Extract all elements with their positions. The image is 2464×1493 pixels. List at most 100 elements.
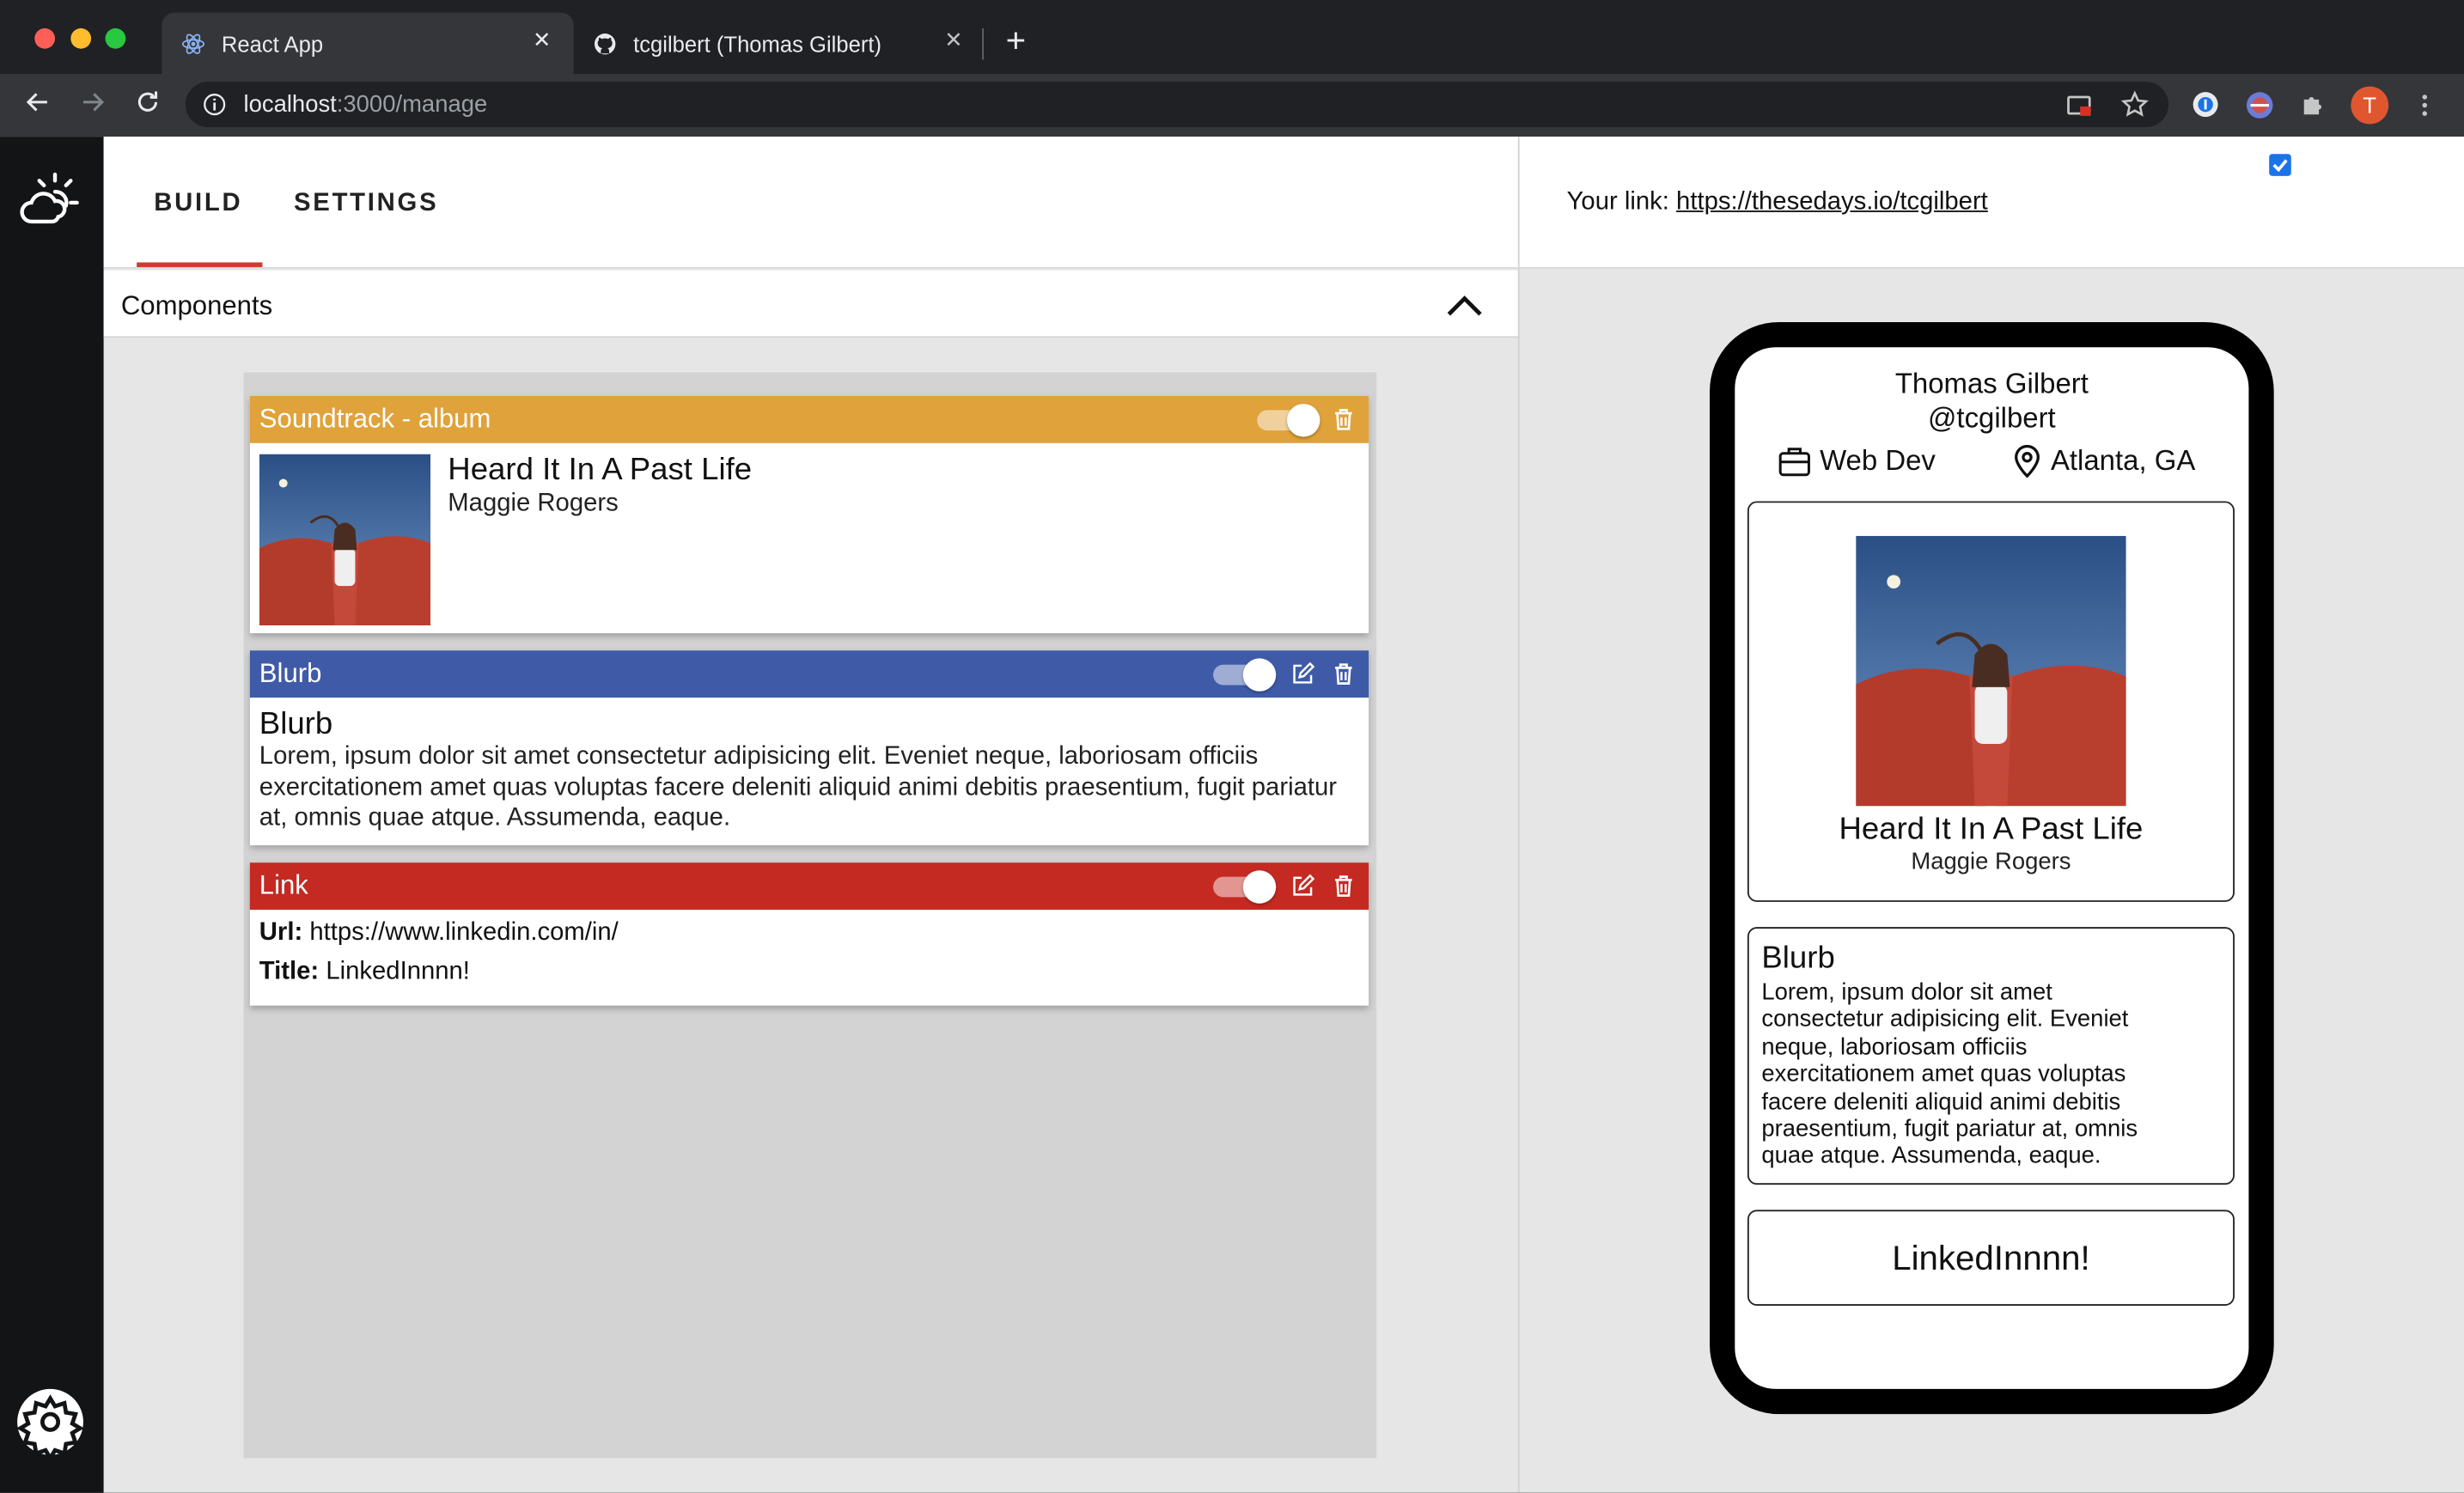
preview-album-title: Heard It In A Past Life: [1839, 812, 2144, 847]
settings-gear-icon[interactable]: [15, 1387, 84, 1457]
blurb-line: praesentium, fugit pariatur at, omnis: [1761, 1115, 2138, 1143]
reload-icon[interactable]: [131, 88, 165, 125]
card-title: Link: [259, 870, 308, 901]
link-url-row: Url: https://www.linkedin.com/in/: [259, 919, 619, 948]
close-tab-icon[interactable]: ✕: [944, 27, 962, 53]
profile-handle: @tcgilbert: [1927, 402, 2056, 434]
trash-icon[interactable]: [1331, 407, 1356, 432]
browser-tab-strip: React App ✕ tcgilbert (Thomas Gilbert) ✕…: [0, 0, 2464, 74]
components-label: Components: [120, 290, 273, 321]
link-card[interactable]: Link Url: https://www.linkedin.com/in/ T…: [249, 862, 1369, 1006]
new-tab-icon[interactable]: +: [1006, 21, 1027, 62]
window-minimize-button[interactable]: [70, 27, 92, 49]
card-title: Soundtrack - album: [259, 404, 491, 434]
your-link-row: Your link: https://thesedays.io/tcgilber…: [1567, 188, 1988, 216]
preview-blurb[interactable]: Blurb Lorem, ipsum dolor sit amet consec…: [1747, 927, 2235, 1185]
trash-icon[interactable]: [1331, 661, 1356, 686]
profile-avatar[interactable]: T: [2351, 86, 2389, 125]
album-artist: Maggie Rogers: [448, 490, 619, 517]
link-bar: Your link: https://thesedays.io/tcgilber…: [1519, 137, 2464, 269]
url-path: :3000/manage: [336, 91, 488, 119]
soundtrack-card-header[interactable]: Soundtrack - album: [249, 395, 1369, 443]
page-content: BUILD SETTINGS Components Soundtrack - a…: [0, 137, 2464, 1493]
browser-toolbar: localhost:3000/manage T: [0, 73, 2464, 137]
blurb-line: neque, laboriosam officiis: [1761, 1033, 2028, 1061]
tab-settings[interactable]: SETTINGS: [294, 190, 438, 218]
enable-toggle[interactable]: [1257, 404, 1320, 437]
address-bar[interactable]: localhost:3000/manage: [185, 82, 2169, 128]
tab-build[interactable]: BUILD: [154, 190, 242, 218]
blurb-text: Lorem, ipsum dolor sit amet consectetur …: [259, 743, 1338, 832]
editor-tabs: BUILD SETTINGS: [103, 137, 1518, 269]
profile-location: Atlanta, GA: [2050, 444, 2196, 477]
location-pin-icon: [2015, 444, 2040, 478]
your-link-label: Your link:: [1566, 188, 1669, 216]
album-art-image: [259, 454, 431, 625]
album-art-image: [1856, 535, 2126, 807]
browser-tab-title: React App: [221, 30, 324, 56]
tab-divider: [982, 27, 985, 60]
blurb-line: consectetur adipisicing elit. Eveniet: [1761, 1006, 2129, 1033]
back-icon[interactable]: [21, 88, 55, 125]
phone-preview-frame: Thomas Gilbert @tcgilbert Web Dev Atlant…: [1710, 321, 2274, 1415]
components-accordion-header[interactable]: Components: [103, 270, 1518, 338]
browser-tab-title: tcgilbert (Thomas Gilbert): [633, 30, 881, 56]
active-tab-indicator: [137, 262, 263, 267]
editor-panel: BUILD SETTINGS Components Soundtrack - a…: [103, 137, 1518, 1493]
preview-blurb-text: Lorem, ipsum dolor sit amet consectetur …: [1761, 979, 2226, 1171]
app-sidebar: [0, 137, 104, 1493]
phone-screen: Thomas Gilbert @tcgilbert Web Dev Atlant…: [1735, 347, 2249, 1389]
preview-link-title: LinkedInnnn!: [1892, 1238, 2090, 1278]
checkmark-icon: [2272, 159, 2288, 173]
blurb-line: exercitationem amet quas voluptas: [1761, 1061, 2126, 1088]
components-canvas: Soundtrack - album Heard It In A Past Li…: [243, 372, 1377, 1459]
github-icon: [595, 33, 616, 54]
forward-icon[interactable]: [76, 88, 110, 125]
blurb-card[interactable]: Blurb Blurb Lorem, ipsum dolor sit amet …: [249, 650, 1369, 846]
card-title: Blurb: [259, 658, 322, 689]
blurb-line: quae atque. Assumenda, eaque.: [1761, 1143, 2101, 1170]
extensions-puzzle-icon[interactable]: [2299, 89, 2329, 119]
preview-link-button[interactable]: LinkedInnnn!: [1747, 1210, 2235, 1306]
title-label: Title:: [259, 958, 320, 985]
album-title: Heard It In A Past Life: [448, 452, 753, 488]
blurb-line: Lorem, ipsum dolor sit amet: [1761, 978, 2052, 1006]
preview-soundtrack[interactable]: Heard It In A Past Life Maggie Rogers: [1747, 501, 2235, 902]
bookmark-star-icon[interactable]: [2119, 89, 2150, 119]
extension-icon[interactable]: [2244, 89, 2276, 121]
browser-tab-react-app[interactable]: React App ✕: [162, 12, 574, 74]
window-zoom-button[interactable]: [105, 27, 126, 49]
preview-panel: Your link: https://thesedays.io/tcgilber…: [1517, 137, 2464, 1493]
url-label: Url:: [259, 919, 303, 947]
password-extension-icon[interactable]: [2191, 89, 2221, 119]
window-close-button[interactable]: [34, 27, 56, 49]
link-card-header[interactable]: Link: [249, 862, 1369, 911]
enable-toggle[interactable]: [1213, 658, 1277, 692]
blurb-line: facere deleniti aliquid animi debitis: [1761, 1088, 2121, 1115]
soundtrack-card[interactable]: Soundtrack - album Heard It In A Past Li…: [249, 395, 1369, 634]
react-icon: [181, 33, 205, 53]
edit-icon[interactable]: [1290, 874, 1315, 899]
close-tab-icon[interactable]: ✕: [533, 27, 551, 53]
link-title: LinkedInnnn!: [326, 958, 470, 985]
edit-icon[interactable]: [1290, 661, 1315, 686]
preview-checkbox[interactable]: [2269, 154, 2291, 176]
url-host: localhost: [243, 91, 337, 119]
link-title-row: Title: LinkedInnnn!: [259, 959, 470, 987]
briefcase-icon: [1778, 448, 1810, 477]
link-url: https://www.linkedin.com/in/: [309, 919, 619, 947]
trash-icon[interactable]: [1331, 874, 1356, 899]
cast-blocked-icon[interactable]: [2065, 91, 2093, 119]
your-link-url[interactable]: https://thesedays.io/tcgilbert: [1676, 188, 1988, 215]
sun-cloud-logo-icon[interactable]: [17, 168, 80, 231]
preview-album-artist: Maggie Rogers: [1911, 848, 2071, 875]
blurb-title: Blurb: [259, 707, 333, 742]
info-icon[interactable]: [203, 93, 226, 116]
profile-name: Thomas Gilbert: [1894, 368, 2089, 399]
blurb-card-header[interactable]: Blurb: [249, 650, 1369, 698]
profile-job: Web Dev: [1820, 444, 1936, 477]
enable-toggle[interactable]: [1213, 870, 1277, 904]
browser-menu-icon[interactable]: [2411, 89, 2439, 121]
chevron-up-icon[interactable]: [1446, 292, 1484, 317]
browser-tab-github[interactable]: tcgilbert (Thomas Gilbert) ✕: [574, 13, 983, 74]
